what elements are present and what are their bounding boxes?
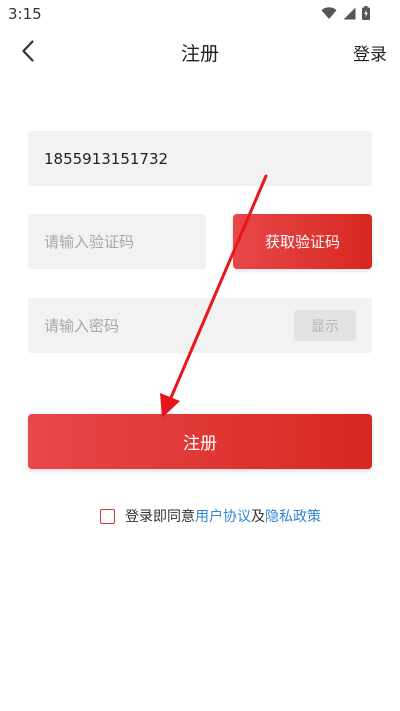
battery-icon [362,6,370,20]
status-icons [321,6,370,20]
header: 注册 登录 [0,28,400,74]
verification-code-field [28,214,206,269]
register-screen: 3:15 注册 登录 获取验证码 [0,0,400,711]
signal-icon [343,7,356,19]
agreement-row: 登录即同意 用户协议 及 隐私政策 [100,506,321,526]
show-password-button[interactable]: 显示 [294,310,356,341]
agreement-prefix: 登录即同意 [125,509,195,525]
phone-field [28,131,372,186]
get-code-button[interactable]: 获取验证码 [233,214,372,269]
user-agreement-link[interactable]: 用户协议 [195,506,251,526]
login-link[interactable]: 登录 [353,40,387,65]
agreement-checkbox[interactable] [100,508,115,524]
privacy-policy-link[interactable]: 隐私政策 [265,506,321,526]
annotation-arrow [160,174,268,418]
page-title: 注册 [180,43,219,65]
status-time: 3:15 [8,5,42,23]
register-button[interactable]: 注册 [28,414,372,469]
password-input[interactable] [44,298,284,353]
password-field: 显示 [28,298,372,353]
status-bar: 3:15 [0,0,400,28]
agreement-conjunction: 及 [251,509,265,525]
verification-code-input[interactable] [44,214,198,269]
phone-input[interactable] [44,131,364,186]
wifi-icon [321,6,337,19]
